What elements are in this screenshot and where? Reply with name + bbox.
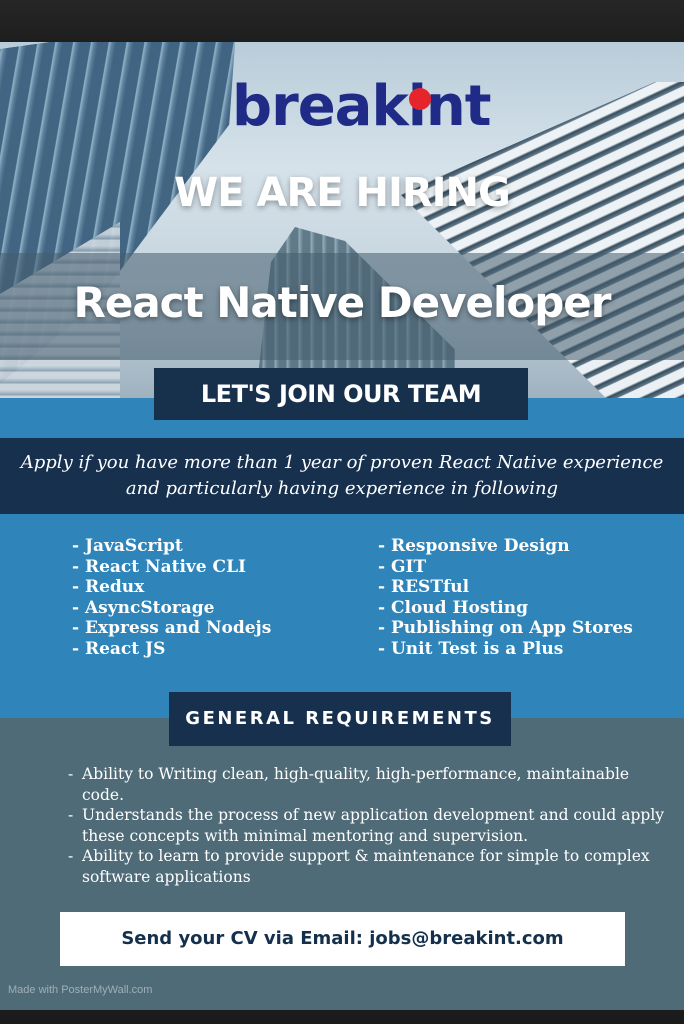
skill-item: - RESTful: [378, 577, 470, 598]
skill-item: - AsyncStorage: [72, 597, 215, 618]
apply-intro-line-1: Apply if you have more than 1 year of pr…: [20, 452, 664, 473]
general-requirements-heading: GENERAL REQUIREMENTS: [169, 692, 511, 746]
hiring-poster: breakint WE ARE HIRING React Native Deve…: [0, 42, 684, 1010]
requirement-text: Understands the process of new applicati…: [82, 806, 665, 845]
skill-item: - Cloud Hosting: [378, 597, 528, 618]
requirement-text: Ability to learn to provide support & ma…: [82, 847, 650, 886]
requirements-list: - Ability to Writing clean, high-quality…: [68, 764, 668, 887]
send-cv-contact-box: Send your CV via Email: jobs@breakint.co…: [60, 912, 625, 966]
skills-list-right: - Responsive Design - GIT - RESTful - Cl…: [378, 536, 633, 660]
skill-item: - React Native CLI: [72, 556, 246, 577]
skill-item: - Publishing on App Stores: [378, 618, 633, 639]
skills-list-left: - JavaScript - React Native CLI - Redux …: [72, 536, 271, 660]
apply-intro-line-2: and particularly having experience in fo…: [125, 478, 559, 499]
skill-item: - JavaScript: [72, 536, 183, 556]
requirement-item: - Ability to learn to provide support & …: [68, 846, 668, 887]
bullet-dash: -: [68, 765, 74, 783]
skill-item: - React JS: [72, 638, 166, 659]
skill-item: - Unit Test is a Plus: [378, 638, 564, 659]
join-team-banner: LET'S JOIN OUR TEAM: [154, 368, 528, 420]
top-dark-bar: [0, 0, 684, 42]
skill-item: - Responsive Design: [378, 536, 570, 556]
bullet-dash: -: [68, 847, 74, 865]
apply-intro-box: Apply if you have more than 1 year of pr…: [0, 438, 684, 514]
logo-dot-icon: [409, 88, 431, 110]
skill-item: - GIT: [378, 556, 427, 577]
hiring-headline: WE ARE HIRING: [174, 170, 511, 216]
requirement-item: - Understands the process of new applica…: [68, 805, 668, 846]
watermark: Made with PosterMyWall.com: [8, 984, 153, 996]
bullet-dash: -: [68, 806, 74, 824]
requirement-text: Ability to Writing clean, high-quality, …: [82, 765, 630, 804]
role-title: React Native Developer: [73, 278, 612, 327]
brand-name: breakint: [232, 74, 492, 139]
skill-item: - Express and Nodejs: [72, 618, 272, 639]
brand-logo: breakint: [232, 72, 494, 142]
skill-item: - Redux: [72, 577, 145, 598]
bottom-dark-bar: [0, 1010, 684, 1024]
requirement-item: - Ability to Writing clean, high-quality…: [68, 764, 668, 805]
